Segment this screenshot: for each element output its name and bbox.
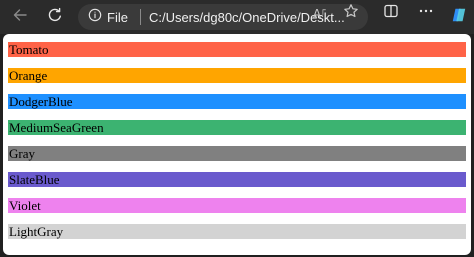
read-aloud-button[interactable]: A⸀ <box>312 5 328 21</box>
more-icon <box>418 3 434 24</box>
site-info-button[interactable]: File <box>78 4 136 30</box>
read-aloud-icon: A⸀ <box>312 6 328 21</box>
color-bar: Orange <box>8 68 466 83</box>
copilot-icon <box>451 7 467 28</box>
site-label: File <box>107 9 128 25</box>
color-bar: DodgerBlue <box>8 94 466 109</box>
refresh-icon <box>47 7 63 28</box>
color-bar: SlateBlue <box>8 172 466 187</box>
url-text[interactable]: C:/Users/dg80c/OneDrive/Deskt... <box>149 10 368 25</box>
back-button[interactable] <box>8 5 32 29</box>
color-bar: Gray <box>8 146 466 161</box>
color-bar: Tomato <box>8 42 466 57</box>
color-bar: MediumSeaGreen <box>8 120 466 135</box>
page-viewport: Tomato Orange DodgerBlue MediumSeaGreen Gray… <box>3 34 471 255</box>
color-bar: Violet <box>8 198 466 213</box>
refresh-button[interactable] <box>43 5 67 29</box>
favorite-button[interactable] <box>343 3 359 24</box>
address-divider <box>139 9 141 25</box>
browser-toolbar: File C:/Users/dg80c/OneDrive/Deskt... A⸀ <box>0 0 474 34</box>
copilot-button[interactable] <box>450 8 468 26</box>
split-screen-button[interactable] <box>383 3 399 24</box>
more-button[interactable] <box>418 5 434 21</box>
back-arrow-icon <box>12 7 28 28</box>
split-screen-icon <box>383 3 399 24</box>
info-icon <box>88 8 102 27</box>
color-bar: LightGray <box>8 224 466 239</box>
favorite-star-icon <box>343 3 359 24</box>
